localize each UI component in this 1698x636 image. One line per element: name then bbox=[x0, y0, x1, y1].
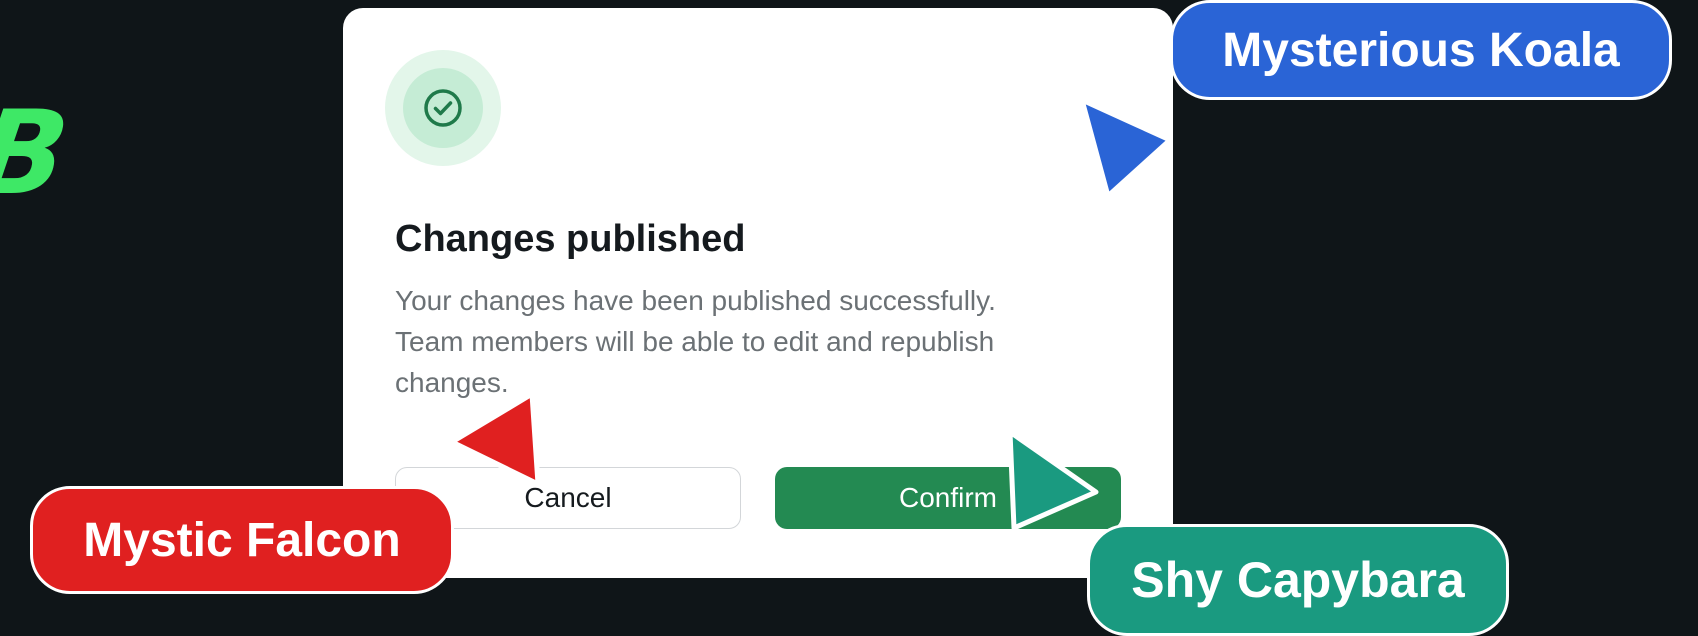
collaborator-tag-mystic-falcon: Mystic Falcon bbox=[30, 486, 454, 594]
cursor-shy-capybara bbox=[1007, 429, 1099, 531]
check-circle-icon bbox=[424, 89, 462, 127]
dialog-message-line: Team members will be able to edit and re… bbox=[395, 326, 995, 357]
dialog-title: Changes published bbox=[395, 218, 746, 260]
cursor-mysterious-koala bbox=[1079, 97, 1173, 199]
dialog-message-line: Your changes have been published success… bbox=[395, 285, 996, 316]
collaborator-tag-shy-capybara: Shy Capybara bbox=[1087, 524, 1509, 636]
success-badge bbox=[385, 50, 501, 166]
cursor-mystic-falcon bbox=[449, 391, 541, 487]
dialog-message: Your changes have been published success… bbox=[395, 280, 1095, 403]
logo-fragment: B bbox=[0, 86, 74, 221]
collaborator-tag-mysterious-koala: Mysterious Koala bbox=[1170, 0, 1672, 100]
